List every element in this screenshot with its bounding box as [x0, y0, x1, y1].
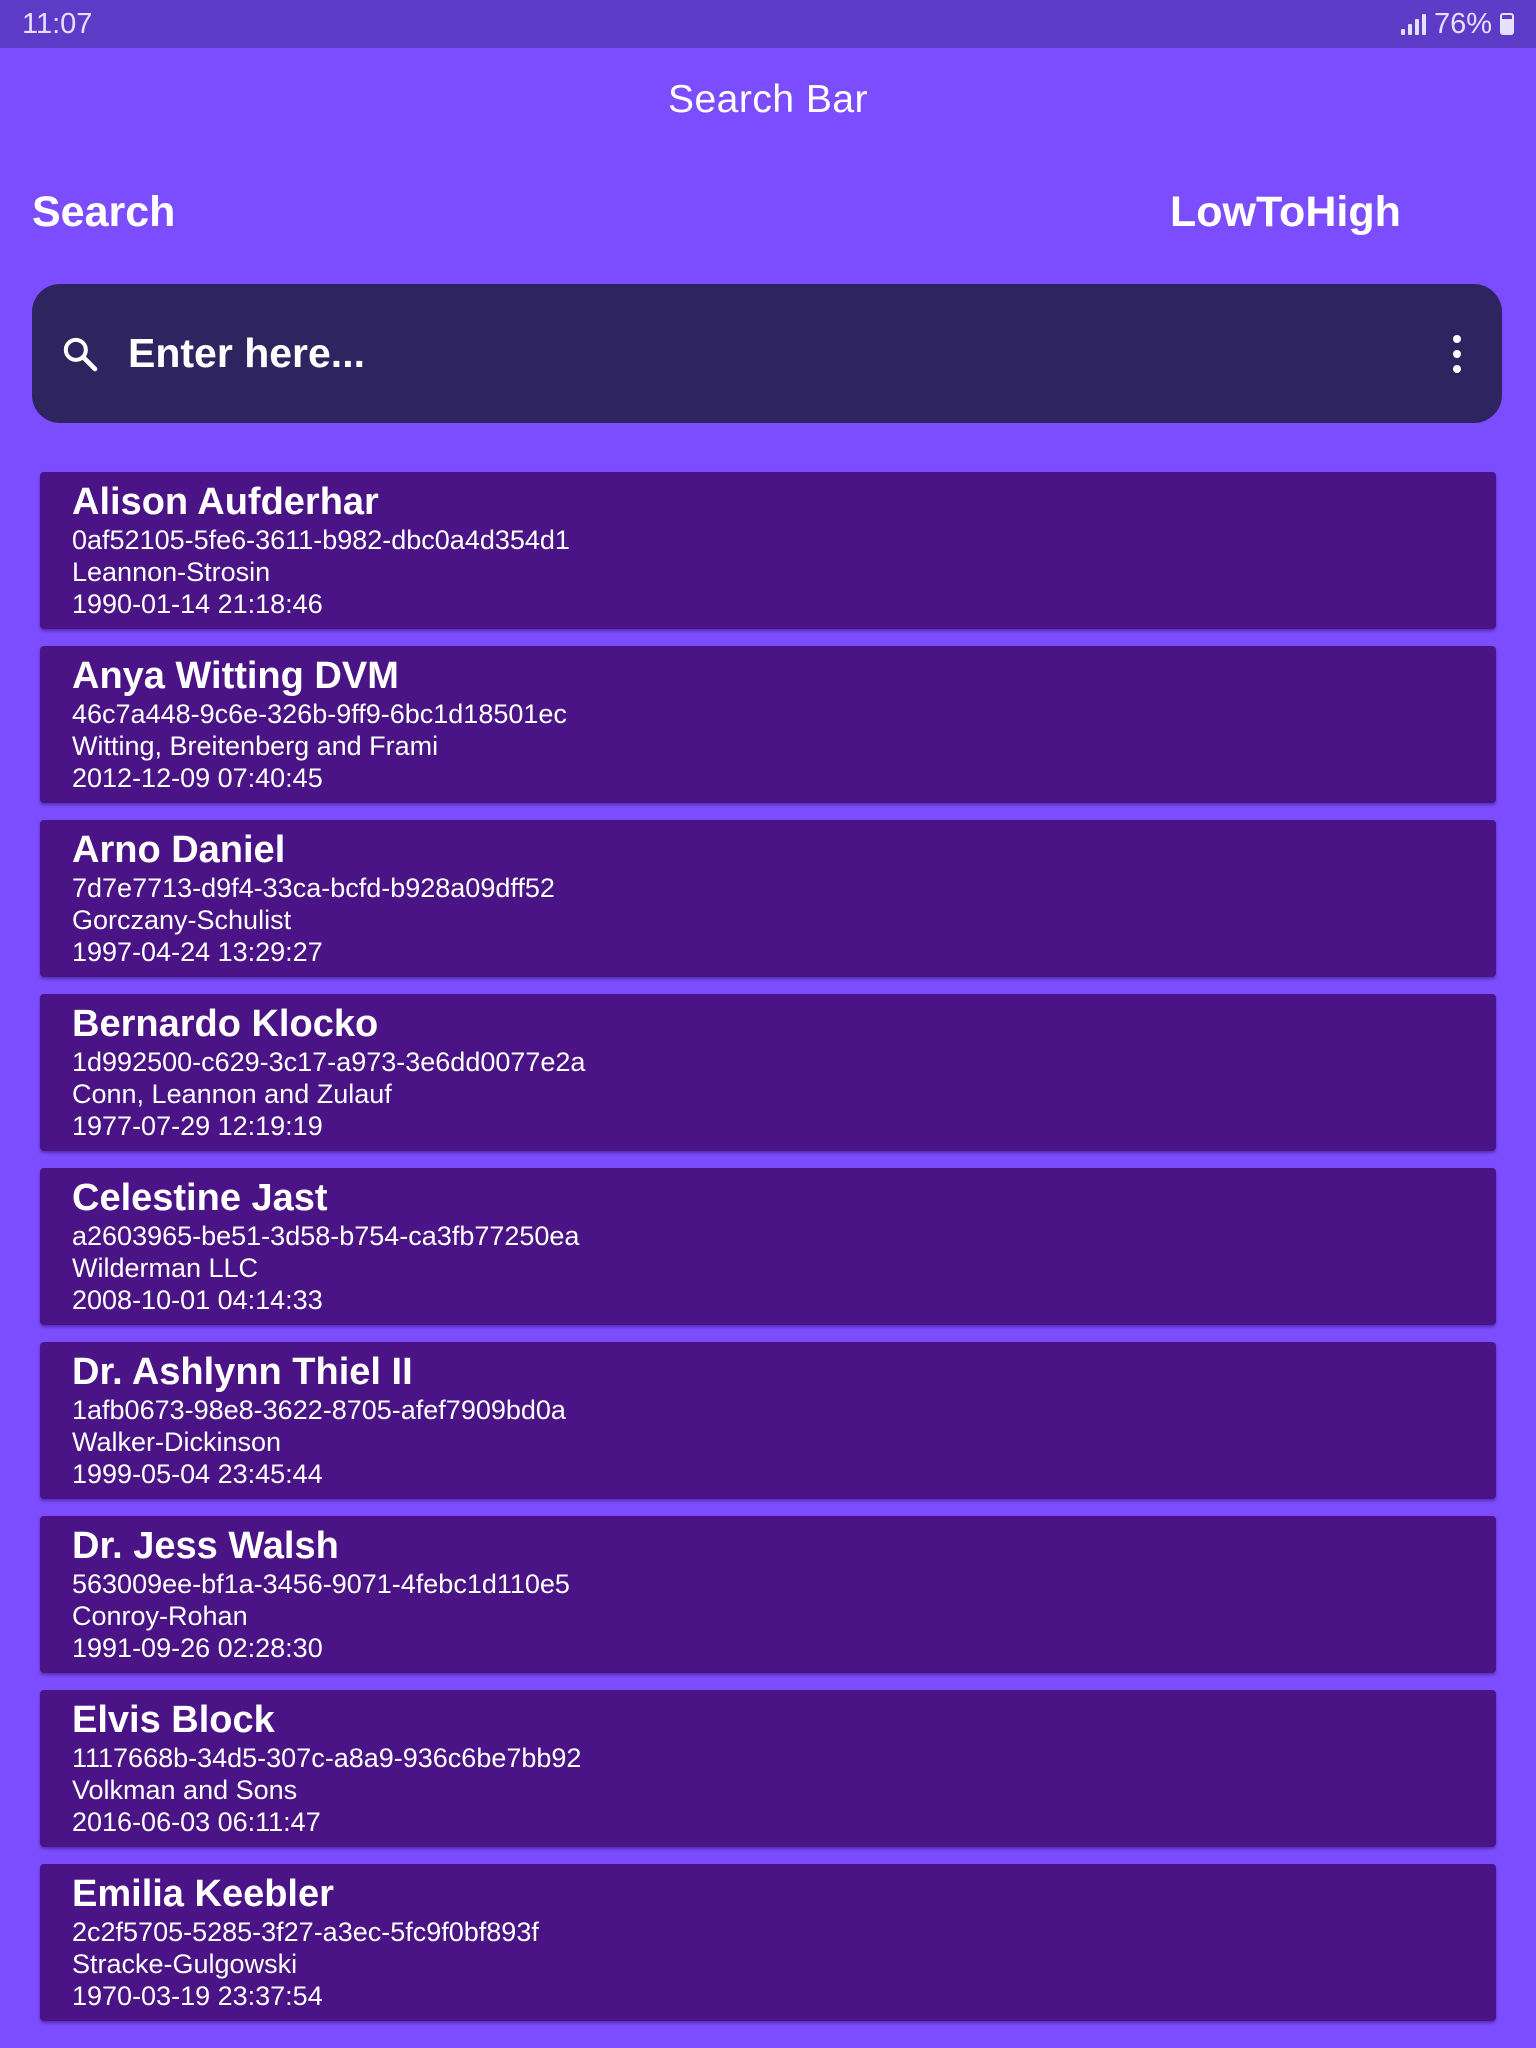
contact-company: Wilderman LLC: [72, 1253, 259, 1283]
contact-date: 2012-12-09 07:40:45: [72, 763, 323, 793]
contact-id: 2c2f5705-5285-3f27-a3ec-5fc9f0bf893f: [72, 1917, 539, 1947]
contact-list[interactable]: Alison Aufderhar 0af52105-5fe6-3611-b982…: [40, 472, 1496, 2038]
list-item[interactable]: Elvis Block 1117668b-34d5-307c-a8a9-936c…: [40, 1690, 1496, 1847]
contact-id: 0af52105-5fe6-3611-b982-dbc0a4d354d1: [72, 525, 570, 555]
contact-name: Bernardo Klocko: [72, 1003, 379, 1045]
contact-name: Emilia Keebler: [72, 1873, 334, 1915]
contact-date: 1997-04-24 13:29:27: [72, 937, 323, 967]
battery-icon: [1500, 13, 1514, 35]
search-input[interactable]: [128, 323, 1408, 384]
search-icon[interactable]: [60, 334, 100, 374]
contact-company: Leannon-Strosin: [72, 557, 271, 587]
contact-id: 1117668b-34d5-307c-a8a9-936c6be7bb92: [72, 1743, 582, 1773]
list-item[interactable]: Celestine Jast a2603965-be51-3d58-b754-c…: [40, 1168, 1496, 1325]
app-bar-title: Search Bar: [667, 78, 869, 121]
contact-date: 1977-07-29 12:19:19: [72, 1111, 323, 1141]
status-time: 11:07: [22, 7, 93, 40]
search-bar[interactable]: [32, 284, 1502, 423]
battery-percentage: 76%: [1433, 7, 1492, 40]
contact-date: 1990-01-14 21:18:46: [72, 589, 323, 619]
list-item[interactable]: Alison Aufderhar 0af52105-5fe6-3611-b982…: [40, 472, 1496, 629]
list-item[interactable]: Emilia Keebler 2c2f5705-5285-3f27-a3ec-5…: [40, 1864, 1496, 2021]
contact-name: Dr. Ashlynn Thiel II: [72, 1351, 413, 1393]
contact-date: 1970-03-19 23:37:54: [72, 1981, 323, 2011]
contact-company: Conroy-Rohan: [72, 1601, 248, 1631]
contact-id: a2603965-be51-3d58-b754-ca3fb77250ea: [72, 1221, 580, 1251]
contact-id: 1afb0673-98e8-3622-8705-afef7909bd0a: [72, 1395, 566, 1425]
status-bar: 11:07 76%: [0, 0, 1536, 48]
contact-name: Anya Witting DVM: [72, 655, 399, 697]
sort-order-toggle[interactable]: LowToHigh: [1170, 188, 1401, 237]
contact-id: 1d992500-c629-3c17-a973-3e6dd0077e2a: [72, 1047, 586, 1077]
list-item[interactable]: Anya Witting DVM 46c7a448-9c6e-326b-9ff9…: [40, 646, 1496, 803]
contact-company: Stracke-Gulgowski: [72, 1949, 298, 1979]
contact-company: Walker-Dickinson: [72, 1427, 282, 1457]
list-item[interactable]: Bernardo Klocko 1d992500-c629-3c17-a973-…: [40, 994, 1496, 1151]
contact-name: Celestine Jast: [72, 1177, 328, 1219]
contact-name: Dr. Jess Walsh: [72, 1525, 339, 1567]
contact-date: 1999-05-04 23:45:44: [72, 1459, 323, 1489]
contact-company: Conn, Leannon and Zulauf: [72, 1079, 392, 1109]
contact-name: Alison Aufderhar: [72, 481, 379, 523]
contact-company: Gorczany-Schulist: [72, 905, 292, 935]
list-item[interactable]: Dr. Jess Walsh 563009ee-bf1a-3456-9071-4…: [40, 1516, 1496, 1673]
contact-date: 2008-10-01 04:14:33: [72, 1285, 323, 1315]
contact-name: Elvis Block: [72, 1699, 275, 1741]
status-indicators: 76%: [1400, 7, 1514, 41]
more-vertical-icon[interactable]: [1450, 334, 1464, 373]
list-item[interactable]: Dr. Ashlynn Thiel II 1afb0673-98e8-3622-…: [40, 1342, 1496, 1499]
contact-company: Volkman and Sons: [72, 1775, 298, 1805]
search-label: Search: [32, 188, 176, 236]
contact-id: 7d7e7713-d9f4-33ca-bcfd-b928a09dff52: [72, 873, 555, 903]
contact-id: 46c7a448-9c6e-326b-9ff9-6bc1d18501ec: [72, 699, 567, 729]
list-item[interactable]: Arno Daniel 7d7e7713-d9f4-33ca-bcfd-b928…: [40, 820, 1496, 977]
contact-name: Arno Daniel: [72, 829, 286, 871]
contact-company: Witting, Breitenberg and Frami: [72, 731, 439, 761]
signal-icon: [1400, 13, 1426, 35]
search-header-row: Search LowToHigh: [32, 188, 1502, 248]
contact-date: 1991-09-26 02:28:30: [72, 1633, 323, 1663]
contact-id: 563009ee-bf1a-3456-9071-4febc1d110e5: [72, 1569, 570, 1599]
contact-date: 2016-06-03 06:11:47: [72, 1807, 321, 1837]
